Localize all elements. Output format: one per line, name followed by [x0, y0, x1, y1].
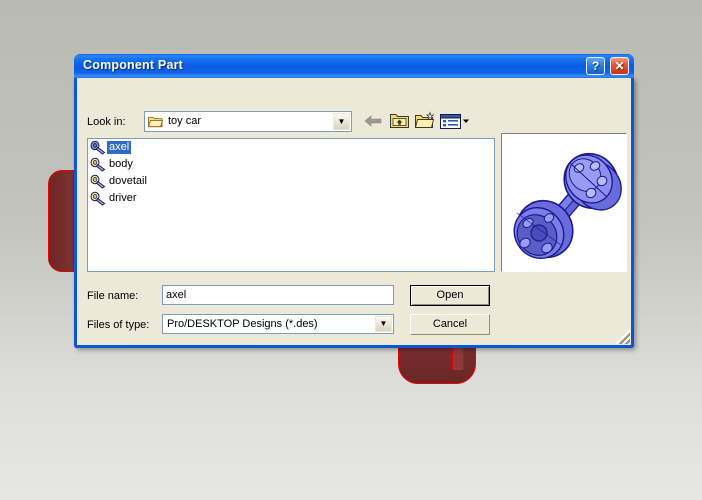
cancel-button[interactable]: Cancel	[410, 314, 490, 335]
views-icon[interactable]	[438, 110, 470, 132]
cad-model-red-body-bottom	[398, 344, 476, 384]
file-list[interactable]: axel body dovetail driver	[87, 138, 495, 272]
list-item-label: axel	[107, 141, 132, 154]
list-item[interactable]: axel	[88, 139, 494, 156]
list-item[interactable]: driver	[88, 190, 494, 207]
preview-image	[503, 135, 625, 270]
axle-3d-render	[513, 152, 622, 259]
files-of-type-dropdown[interactable]: Pro/DESKTOP Designs (*.des) ▼	[162, 314, 394, 334]
help-button[interactable]: ?	[586, 57, 605, 75]
files-of-type-value: Pro/DESKTOP Designs (*.des)	[167, 318, 318, 330]
look-in-chevron-down-icon[interactable]: ▼	[333, 113, 350, 130]
component-part-dialog: Component Part ? ✕ Look in: toy car ▼ ax…	[74, 54, 634, 348]
files-of-type-chevron-down-icon[interactable]: ▼	[375, 316, 392, 332]
create-new-folder-icon[interactable]	[413, 110, 436, 132]
part-icon	[90, 157, 106, 172]
look-in-dropdown[interactable]: toy car ▼	[144, 111, 352, 132]
file-name-input[interactable]	[162, 285, 394, 305]
resize-grip[interactable]	[616, 330, 630, 344]
files-of-type-label: Files of type:	[87, 319, 150, 331]
list-item[interactable]: body	[88, 156, 494, 173]
dialog-title: Component Part	[83, 58, 184, 72]
close-button[interactable]: ✕	[610, 57, 629, 75]
look-in-label: Look in:	[87, 116, 126, 128]
list-item-label: dovetail	[109, 175, 147, 187]
back-icon[interactable]	[362, 110, 385, 132]
dialog-titlebar[interactable]: Component Part ? ✕	[74, 54, 634, 78]
part-icon	[90, 191, 106, 206]
cad-application-background: Component Part ? ✕ Look in: toy car ▼ ax…	[0, 0, 702, 500]
part-icon	[90, 140, 106, 155]
folder-icon	[148, 116, 163, 128]
file-name-label: File name:	[87, 290, 139, 302]
list-item-label: body	[109, 158, 133, 170]
up-one-level-icon[interactable]	[388, 110, 411, 132]
preview-pane	[501, 133, 627, 272]
list-item-label: driver	[109, 192, 137, 204]
part-icon	[90, 174, 106, 189]
open-button[interactable]: Open	[410, 285, 490, 306]
list-item[interactable]: dovetail	[88, 173, 494, 190]
look-in-value: toy car	[168, 115, 202, 127]
